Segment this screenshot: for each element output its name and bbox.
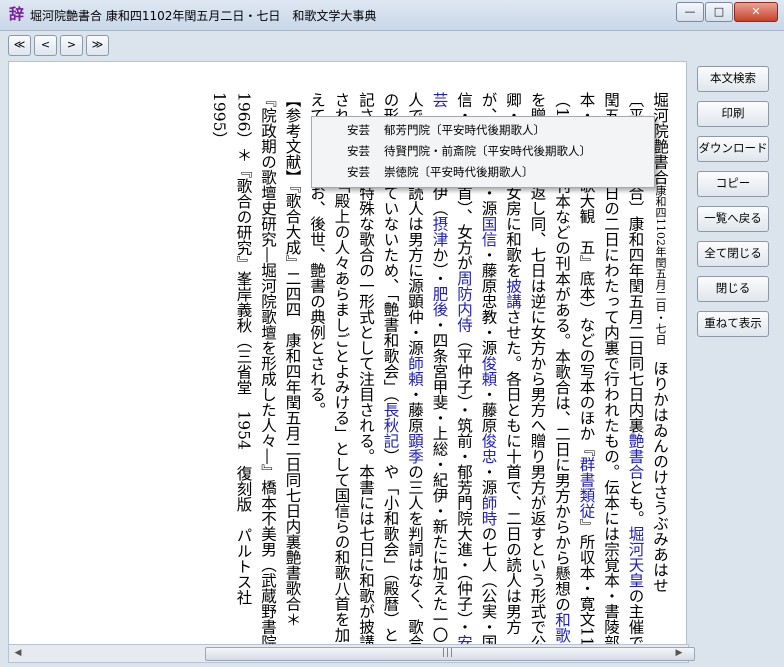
print-button[interactable]: 印刷 [697,101,769,127]
link-akisue[interactable]: 顕季 [406,433,424,464]
cascade-windows-button[interactable]: 重ねて表示 [697,311,769,337]
link-kuninobu[interactable]: 国信 [480,216,498,247]
action-sidebar: 本文検索 印刷 ダウンロード コピー 一覧へ戻る 全て閉じる 閉じる 重ねて表示 [697,66,769,346]
navigation-toolbar: ≪ < > ≫ [8,35,112,56]
entry-date: 康和四1102年閏五月二日・七日 [654,185,667,345]
link-settsu[interactable]: 摂津 [431,216,449,247]
body-text: ・藤原 [479,386,498,434]
body-text: とも。 [626,479,645,527]
popup-item-author: 安芸 [347,144,370,158]
last-entry-button[interactable]: ≫ [86,35,109,56]
link-morotoki[interactable]: 師時 [480,495,498,526]
popup-item-label: 崇徳院〔平安時代後期歌人〕 [384,165,534,179]
body-text: ・源 [479,464,498,495]
body-text: か）・ [430,247,449,286]
back-to-list-button[interactable]: 一覧へ戻る [697,206,769,232]
popup-item-author: 安芸 [347,165,370,179]
link-gunsho-ruiju[interactable]: 群書類従 [578,456,596,518]
entry-reading: ほりかはゐんのけさうぶみあはせ [651,360,669,594]
body-text: ・藤原 [406,386,424,434]
first-entry-button[interactable]: ≪ [8,35,31,56]
link-choshuki[interactable]: 長秋記 [382,402,400,449]
body-text: 康和四年閏五月二日同七日内裏 [626,216,645,433]
body-text: ・藤原忠教・源 [479,247,498,356]
close-window-button[interactable]: ✕ [734,2,778,22]
dictionary-app-icon: 辞 [8,5,24,23]
close-button[interactable]: 閉じる [697,276,769,302]
popup-item-sutokuin-aki[interactable]: 安芸 崇徳院〔平安時代後期歌人〕 [312,162,654,183]
popup-item-author: 安芸 [347,123,370,137]
link-enshoawase[interactable]: 艶書合 [627,433,645,480]
minimize-button[interactable]: — [676,2,704,22]
window-controls: — □ ✕ [675,2,778,22]
copy-button[interactable]: コピー [697,171,769,197]
maximize-button[interactable]: □ [705,2,733,22]
window-title: 堀河院艶書合 康和四1102年閏五月二日・七日 和歌文学大事典 [30,9,377,23]
link-hiko[interactable]: 披講 [504,278,522,309]
link-suo-no-naishi[interactable]: 周防内侍 [455,270,473,332]
popup-item-label: 郁芳門院〔平安時代後期歌人〕 [384,123,545,137]
scrollbar-thumb[interactable]: ||| [205,647,695,661]
link-toshiyori[interactable]: 俊頼 [480,356,498,387]
body-text: ・源 [479,185,498,216]
horizontal-scrollbar[interactable]: ◀ ||| ▶ [8,644,695,663]
full-text-search-button[interactable]: 本文検索 [697,66,769,92]
link-higo[interactable]: 肥後 [431,286,449,317]
previous-entry-button[interactable]: < [34,35,57,56]
body-text: （平仲子）・筑前・郁芳門院大進・（仲子）・ [455,332,473,635]
next-entry-button[interactable]: > [60,35,83,56]
popup-item-taikenmonin-aki[interactable]: 安芸 待賢門院・前斎院〔平安時代後期歌人〕 [312,141,654,162]
popup-item-ikuhomonin-aki[interactable]: 安芸 郁芳門院〔平安時代後期歌人〕 [312,120,654,141]
link-waka[interactable]: 和歌 [553,612,571,643]
link-moroyori[interactable]: 師頼 [406,356,424,387]
popup-item-label: 待賢門院・前斎院〔平安時代後期歌人〕 [384,144,591,158]
scroll-left-arrow-icon[interactable]: ◀ [11,647,25,660]
link-horikawa-tenno[interactable]: 堀河天皇 [627,526,645,588]
download-button[interactable]: ダウンロード [697,136,769,162]
grip-icon: ||| [442,648,455,658]
title-bar: 辞 堀河院艶書合 康和四1102年閏五月二日・七日 和歌文学大事典 — □ ✕ [0,0,784,31]
close-all-button[interactable]: 全て閉じる [697,241,769,267]
disambiguation-popup-menu: 安芸 郁芳門院〔平安時代後期歌人〕 安芸 待賢門院・前斎院〔平安時代後期歌人〕 安芸… [311,116,655,188]
scroll-right-arrow-icon[interactable]: ▶ [672,647,686,660]
link-toshitada[interactable]: 俊忠 [480,433,498,464]
references: 【参考文献】『歌合大成』二四四 康和四年閏五月二日同七日内裏艶書歌合＊『院政期の… [210,92,302,646]
